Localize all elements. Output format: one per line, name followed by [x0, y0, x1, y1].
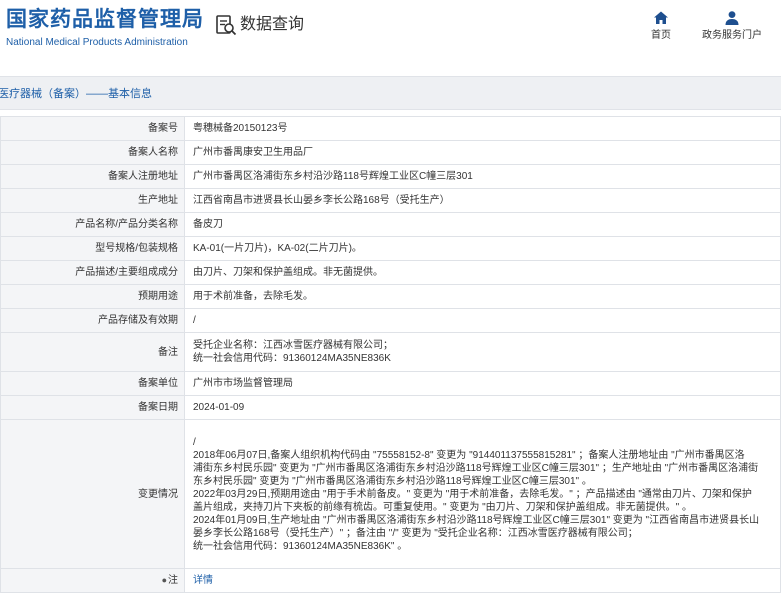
table-row: 产品存储及有效期 / — [0, 308, 781, 333]
change-line: 盖片组成，夹持刀片下夹板的前缘有梳齿。可重复使用。" 变更为 "由刀片、刀架和保… — [193, 501, 692, 513]
table-row: 备注 受托企业名称：江西冰雪医疗器械有限公司； 统一社会信用代码：9136012… — [0, 332, 781, 372]
details-link[interactable]: 详情 — [193, 575, 213, 586]
record-unit-value: 广州市市场监督管理局 — [184, 371, 781, 396]
change-line: 东乡村民乐园" 变更为 "广州市番禺区洛浦街东乡村沿沙路118号辉煌工业区C幢三… — [193, 475, 592, 487]
table-row: 备案单位 广州市市场监督管理局 — [0, 371, 781, 396]
bullet-icon: ● — [161, 575, 167, 585]
note-label-cell: ●注 — [0, 568, 185, 593]
change-line: 2018年06月07日,备案人组织机构代码由 "75558152-8" 变更为 … — [193, 449, 745, 461]
remark-line: 统一社会信用代码：91360124MA35NE836K — [193, 353, 391, 364]
table-row: 预期用途 用于术前准备，去除毛发。 — [0, 284, 781, 309]
storage-validity-value: / — [184, 308, 781, 333]
nav-service-portal[interactable]: 政务服务门户 — [697, 10, 767, 43]
home-icon — [654, 11, 668, 24]
table-row: 备案日期 2024-01-09 — [0, 395, 781, 420]
table-row: 变更情况 / 2018年06月07日,备案人组织机构代码由 "75558152-… — [0, 419, 781, 569]
row-label: 备案日期 — [0, 395, 185, 420]
change-line: 浦街东乡村民乐园" 变更为 "广州市番禺区洛浦街东乡村沿沙路118号辉煌工业区C… — [193, 462, 759, 474]
site-header: 国家药品监督管理局 National Medical Products Admi… — [0, 0, 781, 64]
record-date-value: 2024-01-09 — [184, 395, 781, 420]
note-value-cell: 详情 — [184, 568, 781, 593]
table-row: 产品描述/主要组成成分 由刀片、刀架和保护盖组成。非无菌提供。 — [0, 260, 781, 285]
table-row: 备案人注册地址 广州市番禺区洛浦街东乡村沿沙路118号辉煌工业区C幢三层301 — [0, 164, 781, 189]
registrant-address-value: 广州市番禺区洛浦街东乡村沿沙路118号辉煌工业区C幢三层301 — [184, 164, 781, 189]
logo-english-name: National Medical Products Administration — [6, 37, 188, 48]
row-label: 备注 — [0, 332, 185, 372]
change-history-value: / 2018年06月07日,备案人组织机构代码由 "75558152-8" 变更… — [184, 419, 781, 569]
row-label: 备案单位 — [0, 371, 185, 396]
breadcrumb: 医疗器械（备案）——基本信息 — [0, 88, 152, 100]
row-label: 注 — [168, 575, 178, 586]
nav-home-label: 首页 — [651, 30, 671, 41]
site-logo[interactable]: 国家药品监督管理局 National Medical Products Admi… — [6, 8, 204, 50]
model-spec-value: KA-01(一片刀片)，KA-02(二片刀片)。 — [184, 236, 781, 261]
row-label: 产品描述/主要组成成分 — [0, 260, 185, 285]
table-row: 生产地址 江西省南昌市进贤县长山晏乡李长公路168号（受托生产） — [0, 188, 781, 213]
remark-line: 受托企业名称：江西冰雪医疗器械有限公司； — [193, 340, 393, 351]
production-address-value: 江西省南昌市进贤县长山晏乡李长公路168号（受托生产） — [184, 188, 781, 213]
row-label: 预期用途 — [0, 284, 185, 309]
table-row: 产品名称/产品分类名称 备皮刀 — [0, 212, 781, 237]
document-search-icon — [216, 15, 237, 36]
change-line: 统一社会信用代码：91360124MA35NE836K" 。 — [193, 540, 408, 552]
user-icon — [725, 11, 739, 25]
breadcrumb-bar: 医疗器械（备案）——基本信息 — [0, 76, 781, 110]
data-query-title: 数据查询 — [215, 14, 304, 36]
intended-use-value: 用于术前准备，去除毛发。 — [184, 284, 781, 309]
row-label: 型号规格/包装规格 — [0, 236, 185, 261]
nav-portal-label: 政务服务门户 — [702, 30, 762, 41]
product-description-value: 由刀片、刀架和保护盖组成。非无菌提供。 — [184, 260, 781, 285]
logo-chinese-name: 国家药品监督管理局 — [6, 8, 204, 31]
table-row: ●注 详情 — [0, 568, 781, 593]
change-line: 2022年03月29日,预期用途由 "用于手术前备皮。" 变更为 "用于术前准备… — [193, 488, 752, 500]
row-label: 备案号 — [0, 116, 185, 141]
table-row: 备案号 粤穗械备20150123号 — [0, 116, 781, 141]
row-label: 变更情况 — [0, 419, 185, 569]
change-line: / — [193, 436, 196, 448]
product-name-value: 备皮刀 — [184, 212, 781, 237]
data-query-label: 数据查询 — [240, 16, 305, 33]
row-label: 备案人注册地址 — [0, 164, 185, 189]
nav-home[interactable]: 首页 — [626, 10, 696, 43]
row-label: 产品名称/产品分类名称 — [0, 212, 185, 237]
record-number-value: 粤穗械备20150123号 — [184, 116, 781, 141]
registrant-name-value: 广州市番禺康安卫生用品厂 — [184, 140, 781, 165]
table-row: 备案人名称 广州市番禺康安卫生用品厂 — [0, 140, 781, 165]
device-record-table: 备案号 粤穗械备20150123号 备案人名称 广州市番禺康安卫生用品厂 备案人… — [0, 116, 781, 593]
row-label: 备案人名称 — [0, 140, 185, 165]
change-line: 晏乡李长公路168号（受托生产）" ；备注由 "/" 变更为 "受托企业名称：江… — [193, 527, 638, 539]
row-label: 产品存储及有效期 — [0, 308, 185, 333]
table-row: 型号规格/包装规格 KA-01(一片刀片)，KA-02(二片刀片)。 — [0, 236, 781, 261]
change-line: 2024年01月09日,生产地址由 "广州市番禺区洛浦街东乡村沿沙路118号辉煌… — [193, 514, 760, 526]
remark-value: 受托企业名称：江西冰雪医疗器械有限公司； 统一社会信用代码：91360124MA… — [184, 332, 781, 372]
row-label: 生产地址 — [0, 188, 185, 213]
